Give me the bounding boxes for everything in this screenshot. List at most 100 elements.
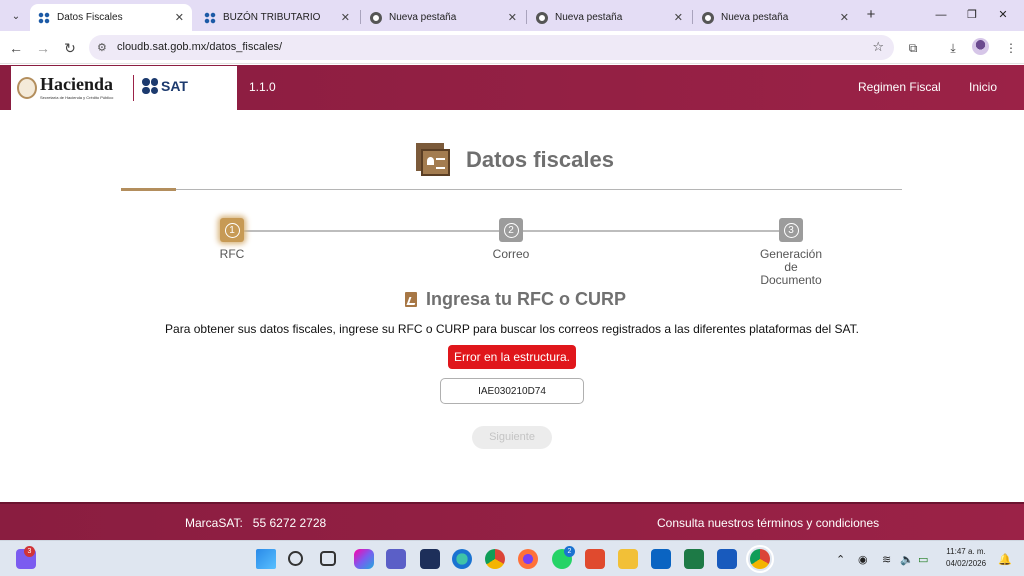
tab-title: Nueva pestaña <box>555 12 623 23</box>
subtitle-block: Ingresa tu RFC o CURP <box>405 289 626 310</box>
tray-chevron-icon[interactable]: ⌃ <box>836 553 845 566</box>
app-version: 1.1.0 <box>249 80 276 94</box>
step-1-indicator: 1 <box>220 218 244 242</box>
chrome-icon <box>536 11 548 24</box>
instructions-text: Para obtener sus datos fiscales, ingrese… <box>165 322 859 336</box>
close-icon[interactable]: ✕ <box>341 11 350 24</box>
bookmark-star-icon[interactable]: ☆ <box>872 39 884 55</box>
step-1-label: RFC <box>219 247 245 261</box>
step-2-number: 2 <box>503 222 519 238</box>
address-bar[interactable]: ⚙ cloudb.sat.gob.mx/datos_fiscales/ ☆ <box>89 35 894 60</box>
tab-title: BUZÓN TRIBUTARIO <box>223 12 321 23</box>
tab-nueva-pestana-3[interactable]: Nueva pestaña ✕ <box>694 4 857 31</box>
step-2-label: Correo <box>492 247 530 261</box>
page-title: Datos fiscales <box>466 147 614 172</box>
notification-bell-icon[interactable]: 🔔 <box>998 553 1012 566</box>
hacienda-brand: Hacienda <box>40 74 114 94</box>
page-title-block: Datos fiscales <box>416 143 614 177</box>
tab-divider <box>360 10 361 24</box>
edge-icon[interactable] <box>452 549 472 569</box>
tab-title: Datos Fiscales <box>57 12 123 23</box>
site-header: Hacienda Secretaría de Hacienda y Crédit… <box>0 65 1024 110</box>
profile-avatar[interactable] <box>972 38 989 55</box>
download-icon[interactable]: ⤓ <box>944 39 962 57</box>
excel-icon[interactable] <box>684 549 704 569</box>
word-icon[interactable] <box>717 549 737 569</box>
window-close-icon[interactable]: ✕ <box>988 5 1018 25</box>
network-icon[interactable]: ≋ <box>882 553 891 566</box>
outlook-icon[interactable] <box>651 549 671 569</box>
tab-search-dropdown-icon[interactable]: ⌄ <box>6 6 26 26</box>
whatsapp-badge: 2 <box>564 546 575 557</box>
restore-icon[interactable]: ❐ <box>957 5 987 25</box>
close-icon[interactable]: ✕ <box>674 11 683 24</box>
browser-toolbar: ← → ↻ ⚙ cloudb.sat.gob.mx/datos_fiscales… <box>0 31 1024 64</box>
mexico-seal-icon <box>17 77 37 99</box>
nav-regimen-fiscal[interactable]: Regimen Fiscal <box>858 80 941 94</box>
tab-divider <box>692 10 693 24</box>
nav-inicio[interactable]: Inicio <box>969 80 997 94</box>
hacienda-sat-logo[interactable]: Hacienda Secretaría de Hacienda y Crédit… <box>11 66 237 110</box>
copilot-icon[interactable] <box>354 549 374 569</box>
tab-nueva-pestana-2[interactable]: Nueva pestaña ✕ <box>528 4 691 31</box>
tab-title: Nueva pestaña <box>389 12 457 23</box>
tab-buzon-tributario[interactable]: BUZÓN TRIBUTARIO ✕ <box>196 4 358 31</box>
clock-time: 11:47 a. m. <box>946 547 986 556</box>
widgets-icon[interactable] <box>420 549 440 569</box>
clock-date: 04/02/2026 <box>946 559 987 568</box>
firefox-icon[interactable] <box>518 549 538 569</box>
step-3-label-line: Documento <box>760 273 822 287</box>
chrome-icon <box>702 11 714 24</box>
windows-start-icon[interactable] <box>256 549 276 569</box>
rfc-curp-input[interactable] <box>440 378 584 404</box>
error-message-badge: Error en la estructura. <box>448 345 576 369</box>
more-menu-icon[interactable]: ⋮ <box>1002 39 1020 57</box>
battery-icon[interactable]: ▭ <box>918 553 928 566</box>
sat-brand: SAT <box>161 78 188 94</box>
logo-divider <box>133 75 134 101</box>
tab-datos-fiscales[interactable]: Datos Fiscales ✕ <box>30 4 192 31</box>
step-2-indicator: 2 <box>499 218 523 242</box>
document-icon <box>405 292 417 307</box>
step-3-label: Generación de Documento <box>751 248 831 287</box>
sat-dots-icon <box>142 78 158 94</box>
task-view-icon[interactable] <box>320 551 336 566</box>
close-icon[interactable]: ✕ <box>840 11 849 24</box>
taskbar-clock[interactable]: 11:47 a. m. 04/02/2026 <box>946 546 986 570</box>
url-text[interactable]: cloudb.sat.gob.mx/datos_fiscales/ <box>117 41 282 53</box>
title-divider-accent <box>121 188 176 191</box>
close-icon[interactable]: ✕ <box>508 11 517 24</box>
step-3-indicator: 3 <box>779 218 803 242</box>
siguiente-button[interactable]: Siguiente <box>472 426 552 449</box>
minimize-icon[interactable]: — <box>926 5 956 25</box>
site-info-icon[interactable]: ⚙ <box>97 41 107 54</box>
browser-tab-strip: ⌄ Datos Fiscales ✕ BUZÓN TRIBUTARIO ✕ Nu… <box>0 0 1024 31</box>
file-explorer-icon[interactable] <box>618 549 638 569</box>
forward-arrow-icon[interactable]: → <box>33 38 53 58</box>
step-3-number: 3 <box>783 222 799 238</box>
site-footer: MarcaSAT: 55 6272 2728 Consulta nuestros… <box>0 502 1024 540</box>
chrome-profile-icon[interactable] <box>746 545 774 573</box>
search-icon[interactable] <box>288 551 303 566</box>
pdf-reader-icon[interactable] <box>585 549 605 569</box>
footer-phone: MarcaSAT: 55 6272 2728 <box>185 516 327 530</box>
tab-divider <box>526 10 527 24</box>
tab-nueva-pestana-1[interactable]: Nueva pestaña ✕ <box>362 4 525 31</box>
back-arrow-icon[interactable]: ← <box>6 38 26 58</box>
hacienda-subtitle: Secretaría de Hacienda y Crédito Público <box>40 95 114 100</box>
step-1-number: 1 <box>224 222 240 238</box>
volume-icon[interactable]: 🔈 <box>900 553 914 566</box>
tab-title: Nueva pestaña <box>721 12 789 23</box>
windows-taskbar: 3 2 ⌃ ◉ ≋ 🔈 ▭ 🔔 <box>0 540 1024 576</box>
reload-icon[interactable]: ↻ <box>60 38 80 58</box>
footer-terms-link[interactable]: Consulta nuestros términos y condiciones <box>657 516 879 530</box>
close-icon[interactable]: ✕ <box>175 11 184 24</box>
extensions-puzzle-icon[interactable]: ⧉ <box>904 39 922 57</box>
teams-icon[interactable] <box>386 549 406 569</box>
chrome-icon <box>370 11 382 24</box>
sat-favicon-icon <box>204 11 216 24</box>
chrome-icon[interactable] <box>485 549 505 569</box>
wifi-icon[interactable]: ◉ <box>858 553 868 566</box>
sat-favicon-icon <box>38 11 50 24</box>
new-tab-plus-icon[interactable]: + <box>862 6 880 24</box>
